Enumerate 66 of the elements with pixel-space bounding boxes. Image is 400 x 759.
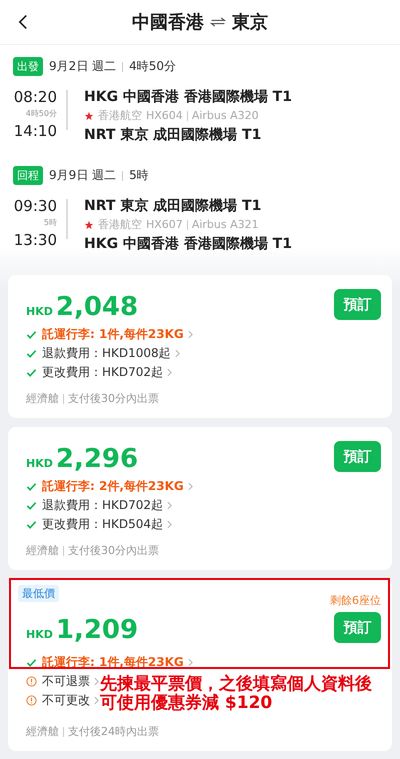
fare-condition[interactable]: 不可退票 — [42, 673, 90, 690]
check-icon — [26, 329, 37, 340]
segment-duration: 5時 — [129, 167, 149, 184]
fare-condition[interactable]: 退款費用：HKD1008起 — [42, 345, 171, 362]
fare-price: 1,209 — [56, 615, 138, 645]
warning-icon — [26, 676, 37, 687]
chevron-icon — [188, 482, 193, 491]
fare-condition[interactable]: 更改費用：HKD702起 — [42, 364, 164, 381]
fare-condition[interactable]: 不可更改 — [42, 692, 90, 709]
airline-name: 香港航空 — [98, 217, 142, 233]
leg-duration: 4時50分 — [26, 108, 57, 120]
annotation-text: 可使用優惠券減 $120 — [100, 694, 274, 713]
segment-tag: 出發 — [13, 57, 43, 76]
check-icon — [26, 481, 37, 492]
check-icon — [26, 500, 37, 511]
departure-time: 09:30 — [14, 196, 57, 217]
ticketing-time: 支付後30分內出票 — [68, 391, 159, 406]
departure-airport: NRT 東京 成田國際機場 T1 — [84, 196, 262, 216]
cabin-class: 經濟艙 — [26, 543, 59, 558]
aircraft-type: Airbus A320 — [192, 108, 259, 124]
back-icon[interactable] — [18, 14, 28, 30]
currency-label: HKD — [26, 457, 53, 470]
origin-title: 中國香港 — [132, 11, 204, 34]
fare-condition[interactable]: 更改費用：HKD504起 — [42, 516, 164, 533]
ticketing-time: 支付後24時內出票 — [68, 724, 159, 739]
destination-title: 東京 — [232, 11, 268, 34]
fare-price: 2,296 — [56, 444, 138, 474]
cabin-class: 經濟艙 — [26, 391, 59, 406]
warning-icon — [26, 695, 37, 706]
segment-date: 9月9日 週二 — [49, 167, 116, 184]
swap-icon — [210, 17, 226, 27]
chevron-icon — [94, 677, 99, 686]
check-icon — [26, 657, 37, 668]
cabin-class: 經濟艙 — [26, 724, 59, 739]
arrival-time: 13:30 — [14, 230, 57, 251]
chevron-icon — [167, 368, 172, 377]
ticketing-time: 支付後30分內出票 — [68, 543, 159, 558]
segment-date: 9月2日 週二 — [49, 58, 116, 75]
check-icon — [26, 348, 37, 359]
flight-number: HX607 — [146, 217, 183, 233]
chevron-icon — [94, 696, 99, 705]
chevron-icon — [167, 501, 172, 510]
chevron-icon — [174, 349, 180, 358]
aircraft-type: Airbus A321 — [192, 217, 259, 233]
segment-duration: 4時50分 — [129, 58, 176, 75]
arrival-airport: HKG 中國香港 香港國際機場 T1 — [84, 235, 292, 254]
leg-duration: 5時 — [44, 217, 57, 229]
flight-number: HX604 — [146, 108, 183, 124]
annotation-text: 先揀最平票價，之後填寫個人資料後 — [100, 675, 372, 694]
airline-name: 香港航空 — [98, 108, 142, 124]
currency-label: HKD — [26, 628, 53, 641]
chevron-icon — [188, 330, 193, 339]
fare-condition[interactable]: 退款費用：HKD702起 — [42, 497, 164, 514]
segment-tag: 回程 — [13, 166, 43, 185]
check-icon — [26, 367, 37, 378]
fare-price: 2,048 — [56, 292, 138, 322]
lowest-price-badge: 最低價 — [18, 585, 59, 602]
chevron-icon — [188, 658, 193, 667]
chevron-icon — [167, 520, 172, 529]
check-icon — [26, 519, 37, 530]
departure-airport: HKG 中國香港 香港國際機場 T1 — [84, 88, 292, 107]
departure-time: 08:20 — [14, 87, 57, 108]
seats-left: 剩餘6座位 — [330, 593, 381, 608]
arrival-time: 14:10 — [14, 121, 57, 142]
arrival-airport: NRT 東京 成田國際機場 T1 — [84, 126, 262, 145]
currency-label: HKD — [26, 305, 53, 318]
